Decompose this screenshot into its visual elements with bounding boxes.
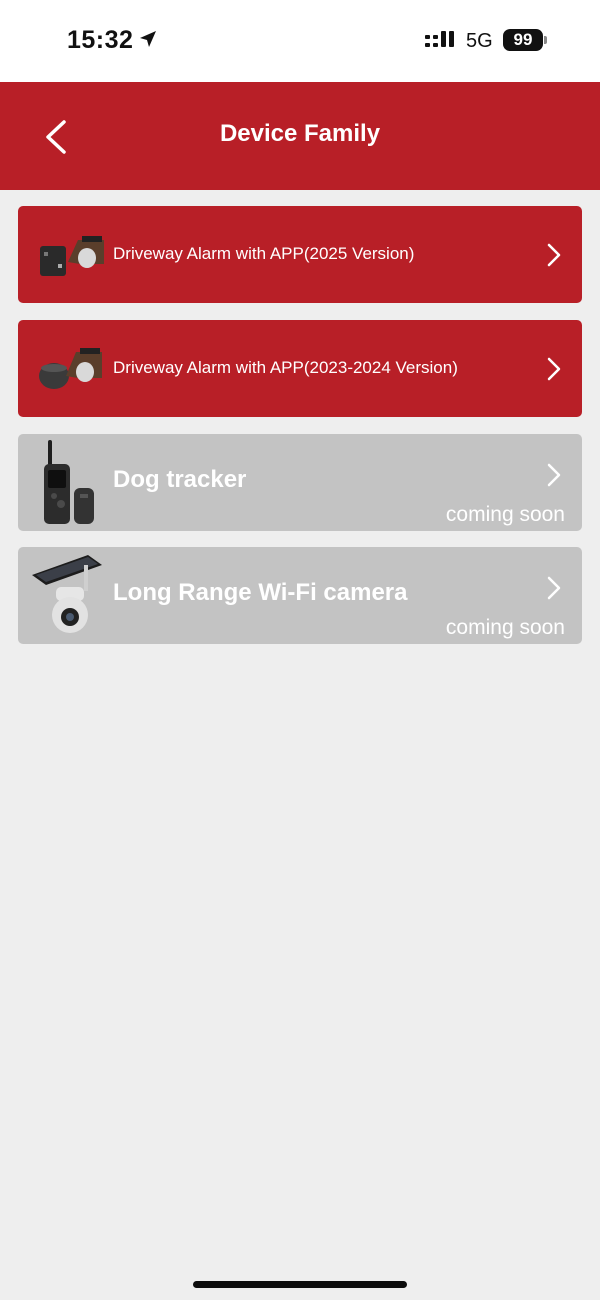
device-label: Dog tracker — [113, 466, 247, 493]
chevron-right-icon — [547, 243, 561, 267]
battery-cap — [544, 36, 547, 44]
device-label: Driveway Alarm with APP(2025 Version) — [113, 244, 415, 263]
battery-level: 99 — [503, 29, 543, 51]
chevron-right-icon — [547, 576, 561, 600]
device-card-driveway-alarm-2023-2024[interactable]: Driveway Alarm with APP(2023-2024 Versio… — [18, 320, 582, 417]
device-label: Long Range Wi-Fi camera — [113, 579, 408, 606]
home-indicator[interactable] — [193, 1281, 407, 1288]
status-bar: 15:32 5G 99 — [0, 0, 600, 82]
driveway-alarm-2025-image — [40, 236, 104, 276]
wifi-camera-image — [32, 555, 102, 633]
device-card-driveway-alarm-2025[interactable]: Driveway Alarm with APP(2025 Version) — [18, 206, 582, 303]
device-card-wifi-camera[interactable]: Long Range Wi-Fi camera coming soon — [18, 547, 582, 644]
chevron-right-icon — [547, 357, 561, 381]
page-title: Device Family — [219, 120, 381, 147]
dog-tracker-image — [44, 440, 94, 524]
device-card-dog-tracker[interactable]: Dog tracker coming soon — [18, 434, 582, 531]
coming-soon-badge: coming soon — [445, 503, 565, 526]
driveway-alarm-2023-2024-image — [39, 348, 102, 389]
status-time: 15:32 — [67, 26, 134, 54]
coming-soon-badge: coming soon — [445, 616, 565, 639]
network-type: 5G — [466, 30, 493, 52]
chevron-right-icon — [547, 463, 561, 487]
location-arrow-icon — [140, 31, 156, 47]
header-bar: Device Family — [0, 82, 600, 190]
device-label: Driveway Alarm with APP(2023-2024 Versio… — [113, 358, 458, 377]
signal-strength-icon — [425, 31, 454, 47]
